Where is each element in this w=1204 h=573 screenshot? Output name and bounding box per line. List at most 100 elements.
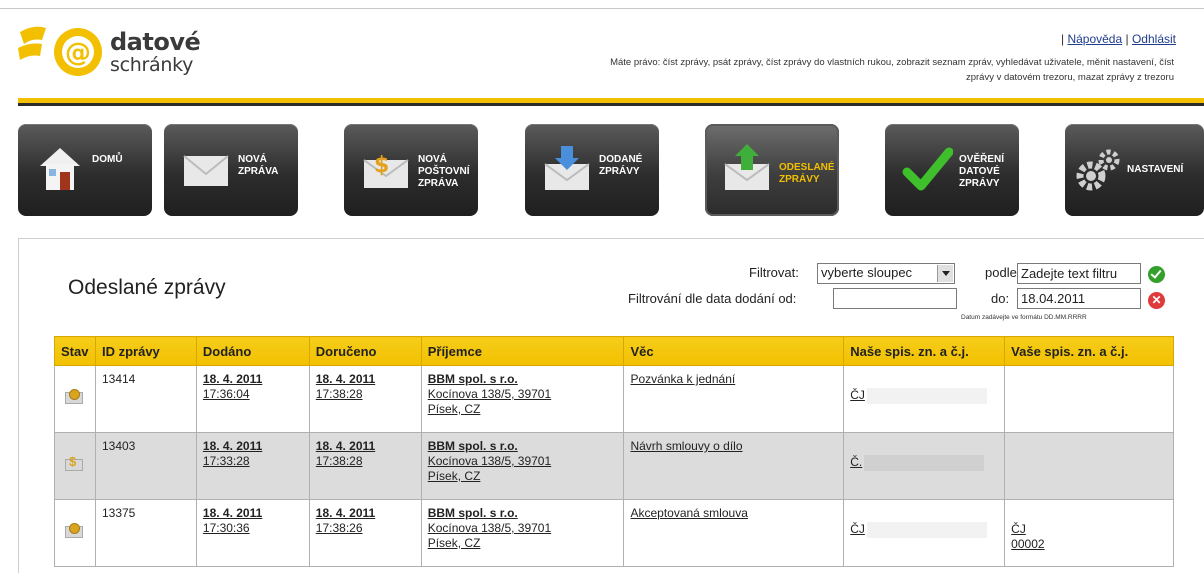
dropdown-arrow-icon[interactable] [937,265,953,282]
delivered-date-link[interactable]: 18. 4. 2011 [203,372,262,386]
filter-text-input[interactable] [1017,263,1141,284]
sent-messages-table: Stav ID zprávy Dodáno Doručeno Příjemce … [54,336,1174,567]
subject-link[interactable]: Pozvánka k jednání [630,372,735,386]
received-date-link[interactable]: 18. 4. 2011 [316,506,375,520]
received-time-link[interactable]: 17:38:28 [316,454,363,468]
recipient-name-link[interactable]: BBM spol. s r.o. [428,439,518,453]
envelope-icon [183,155,229,186]
our-reference-link[interactable]: Č. [850,455,862,469]
recipient-city-link[interactable]: Písek, CZ [428,536,481,550]
column-header-our-reference[interactable]: Naše spis. zn. a č.j. [843,336,1006,366]
recipient-city-link[interactable]: Písek, CZ [428,402,481,416]
received-time-link[interactable]: 17:38:26 [316,521,363,535]
inbox-icon [544,146,590,190]
recipient-name-link[interactable]: BBM spol. s r.o. [428,372,518,386]
received-date-link[interactable]: 18. 4. 2011 [316,372,375,386]
logout-link[interactable]: Odhlásit [1132,32,1176,46]
nav-new-postal-message-button[interactable]: $ NOVÁ POŠTOVNÍ ZPRÁVA [344,124,478,216]
filter-column-select[interactable]: vyberte sloupec [817,263,955,284]
gears-icon [1076,149,1120,191]
separator: | [1060,32,1065,46]
our-reference-link[interactable]: ČJ [850,388,865,402]
delivered-time-link[interactable]: 17:30:36 [203,521,250,535]
column-header-message-id[interactable]: ID zprávy [94,336,197,366]
nav-settings-button[interactable]: NASTAVENÍ [1065,124,1204,216]
received-date-link[interactable]: 18. 4. 2011 [316,439,375,453]
checkmark-icon [902,147,953,191]
column-header-recipient[interactable]: Příjemce [420,336,625,366]
page-title: Odeslané zprávy [68,276,226,299]
date-to-label: do: [991,291,1010,306]
nav-verify-message-button[interactable]: OVĚŘENÍ DATOVÉ ZPRÁVY [885,124,1019,216]
your-reference-link[interactable]: ČJ [1011,522,1026,536]
filter-column-value: vyberte sloupec [821,265,913,280]
our-reference-cell: ČJ [843,365,1006,433]
recipient-name-link[interactable]: BBM spol. s r.o. [428,506,518,520]
clear-filter-x-icon[interactable]: ✕ [1148,292,1165,309]
delivered-date-link[interactable]: 18. 4. 2011 [203,439,262,453]
rights-line-2: zprávy v datovém trezoru, mazat zprávy z… [965,72,1174,83]
subject-link[interactable]: Návrh smlouvy o dílo [630,439,742,453]
status-cell [54,365,96,433]
delivered-date-link[interactable]: 18. 4. 2011 [203,506,262,520]
nav-received-messages-button[interactable]: DODANÉ ZPRÁVY [525,124,659,216]
redacted-block [866,388,987,404]
your-reference-number-link[interactable]: 00002 [1011,537,1044,551]
delivered-cell: 18. 4. 2011 17:36:04 [195,365,310,433]
delivered-time-link[interactable]: 17:36:04 [203,387,250,401]
content-top-border [18,238,1204,239]
message-id-cell: 13403 [94,432,197,500]
logo-text-datove: datové [110,28,201,56]
nav-new-postal-message-label: NOVÁ POŠTOVNÍ ZPRÁVA [418,154,470,189]
your-reference-cell: ČJ 00002 [1004,499,1174,567]
received-time-link[interactable]: 17:38:28 [316,387,363,401]
column-header-received[interactable]: Doručeno [308,336,422,366]
column-header-status[interactable]: Stav [54,336,96,366]
subject-cell: Akceptovaná smlouva [623,499,845,567]
recipient-address-link[interactable]: Kocínova 138/5, 39701 [428,454,551,468]
table-header-row: Stav ID zprávy Dodáno Doručeno Příjemce … [54,336,1174,366]
date-from-input[interactable] [833,288,957,309]
status-cell: $ [54,432,96,500]
message-id-cell: 13414 [94,365,197,433]
status-cell [54,499,96,567]
delivered-time-link[interactable]: 17:33:28 [203,454,250,468]
header-accent-bar [18,98,1204,106]
header-links: | Nápověda | Odhlásit [1061,32,1176,46]
recipient-address-link[interactable]: Kocínova 138/5, 39701 [428,387,551,401]
column-header-subject[interactable]: Věc [623,336,845,366]
column-header-your-reference[interactable]: Vaše spis. zn. a č.j. [1004,336,1174,366]
subject-link[interactable]: Akceptovaná smlouva [630,506,747,520]
our-reference-link[interactable]: ČJ [850,522,865,536]
date-filter-label: Filtrování dle data dodání od: [628,291,797,306]
table-row[interactable]: $ 13403 18. 4. 2011 17:33:28 18. 4. 2011… [54,432,1174,500]
received-cell: 18. 4. 2011 17:38:28 [308,365,422,433]
date-to-input[interactable] [1017,288,1141,309]
date-format-hint: Datum zadávejte ve formátu DD.MM.RRRR [961,314,1087,321]
sealed-envelope-icon [63,386,85,408]
recipient-address-link[interactable]: Kocínova 138/5, 39701 [428,521,551,535]
nav-sent-messages-label: ODESLANÉ ZPRÁVY [779,162,835,185]
your-reference-cell [1004,432,1174,500]
nav-new-message-button[interactable]: NOVÁ ZPRÁVA [164,124,298,216]
subject-cell: Návrh smlouvy o dílo [623,432,845,500]
column-header-delivered[interactable]: Dodáno [195,336,310,366]
user-rights-text: Máte právo: číst zprávy, psát zprávy, čí… [374,55,1174,85]
outbox-icon [724,144,770,190]
separator: | [1125,32,1129,46]
postal-envelope-icon: $ [363,153,409,188]
top-divider [0,8,1204,9]
apply-filter-check-icon[interactable] [1148,266,1165,283]
logo-text-schranky: schránky [110,54,194,76]
table-row[interactable]: 13375 18. 4. 2011 17:30:36 18. 4. 2011 1… [54,499,1174,567]
rights-line-1: Máte právo: číst zprávy, psát zprávy, čí… [610,57,1174,68]
home-icon [40,148,80,190]
nav-sent-messages-button[interactable]: ODESLANÉ ZPRÁVY [705,124,839,216]
table-row[interactable]: 13414 18. 4. 2011 17:36:04 18. 4. 2011 1… [54,365,1174,433]
nav-home-button[interactable]: DOMŮ [18,124,152,216]
help-link[interactable]: Nápověda [1067,32,1122,46]
delivered-cell: 18. 4. 2011 17:30:36 [195,499,310,567]
recipient-city-link[interactable]: Písek, CZ [428,469,481,483]
redacted-block [864,455,985,471]
our-reference-cell: ČJ [843,499,1006,567]
